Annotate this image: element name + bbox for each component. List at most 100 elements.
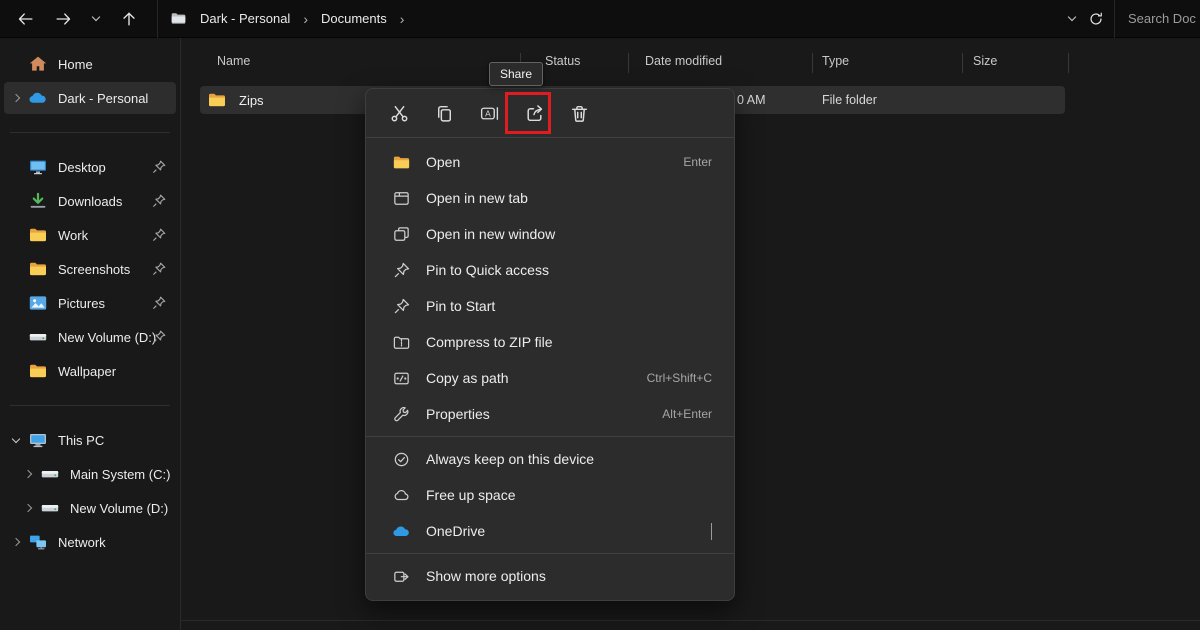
sidebar-item-label: New Volume (D:) <box>58 330 156 345</box>
expand-chevron-icon[interactable] <box>24 470 32 478</box>
copy-icon <box>434 103 455 124</box>
menu-item-show-more-options[interactable]: Show more options <box>366 558 734 594</box>
column-separator[interactable] <box>628 53 629 73</box>
menu-item-label: Show more options <box>426 568 546 584</box>
rename-button[interactable]: A <box>467 94 512 132</box>
new-tab-icon <box>392 189 411 208</box>
menu-item-label: Open in new window <box>426 226 555 242</box>
sidebar-item-main-system-c[interactable]: Main System (C:) <box>4 458 176 490</box>
breadcrumb-item[interactable]: Documents <box>317 8 391 29</box>
menu-item-open-in-new-window[interactable]: Open in new window <box>366 216 734 252</box>
copy-path-icon <box>392 369 411 388</box>
sidebar-item-pictures[interactable]: Pictures <box>4 287 176 319</box>
menu-item-copy-as-path[interactable]: Copy as path Ctrl+Shift+C <box>366 360 734 396</box>
menu-item-shortcut: Ctrl+Shift+C <box>647 371 712 385</box>
menu-item-open[interactable]: Open Enter <box>366 144 734 180</box>
menu-divider <box>366 553 734 554</box>
sidebar-item-onedrive[interactable]: Dark - Personal <box>4 82 176 114</box>
expand-chevron-icon[interactable] <box>12 538 20 546</box>
sidebar-item-new-volume-d[interactable]: New Volume (D:) <box>4 321 176 353</box>
menu-item-label: Copy as path <box>426 370 509 386</box>
sidebar-item-this-pc[interactable]: This PC <box>4 424 176 456</box>
copy-button[interactable] <box>422 94 467 132</box>
back-arrow-icon <box>17 10 35 28</box>
file-explorer-window: Dark - Personal › Documents › Home <box>0 0 1200 630</box>
column-header-type[interactable]: Type <box>822 54 849 68</box>
sidebar-item-screenshots[interactable]: Screenshots <box>4 253 176 285</box>
menu-item-open-in-new-tab[interactable]: Open in new tab <box>366 180 734 216</box>
menu-item-pin-to-quick-access[interactable]: Pin to Quick access <box>366 252 734 288</box>
svg-text:A: A <box>485 108 491 118</box>
menu-item-free-up-space[interactable]: Free up space <box>366 477 734 513</box>
search-input[interactable] <box>1128 11 1200 26</box>
breadcrumb-item[interactable]: Dark - Personal <box>196 8 294 29</box>
menu-item-label: Open in new tab <box>426 190 528 206</box>
pin-icon <box>392 261 411 280</box>
menu-item-shortcut: Alt+Enter <box>662 407 712 421</box>
menu-divider <box>366 436 734 437</box>
column-header-status[interactable]: Status <box>545 54 580 68</box>
column-headers: Name Status Date modified Type Size <box>181 50 1200 76</box>
file-type: File folder <box>822 93 877 107</box>
drive-icon <box>28 327 48 347</box>
menu-item-label: Always keep on this device <box>426 451 594 467</box>
share-button[interactable] <box>512 94 557 132</box>
onedrive-icon <box>392 522 411 541</box>
column-header-date-modified[interactable]: Date modified <box>645 54 722 68</box>
sidebar-item-label: Wallpaper <box>58 364 116 379</box>
recent-locations-button[interactable] <box>86 5 106 33</box>
delete-icon <box>569 103 590 124</box>
sidebar-item-label: Pictures <box>58 296 105 311</box>
breadcrumb-separator[interactable]: › <box>400 12 405 26</box>
back-button[interactable] <box>12 5 40 33</box>
cut-icon <box>389 103 410 124</box>
cut-button[interactable] <box>377 94 422 132</box>
pin-icon <box>151 295 167 311</box>
sidebar-item-downloads[interactable]: Downloads <box>4 185 176 217</box>
menu-item-properties[interactable]: Properties Alt+Enter <box>366 396 734 432</box>
breadcrumb-separator[interactable]: › <box>303 12 308 26</box>
this-pc-icon <box>28 430 48 450</box>
submenu-chevron-icon <box>711 523 712 539</box>
column-separator[interactable] <box>812 53 813 73</box>
pin-icon <box>392 297 411 316</box>
forward-button[interactable] <box>49 5 77 33</box>
sidebar-item-work[interactable]: Work <box>4 219 176 251</box>
folder-icon <box>28 259 48 279</box>
refresh-icon <box>1088 11 1104 27</box>
menu-item-label: OneDrive <box>426 523 485 539</box>
menu-item-pin-to-start[interactable]: Pin to Start <box>366 288 734 324</box>
menu-item-label: Free up space <box>426 487 516 503</box>
sidebar-item-label: Work <box>58 228 88 243</box>
address-dropdown-button[interactable] <box>1062 5 1082 33</box>
context-menu-items: Open Enter Open in new tab Open in new w… <box>366 138 734 600</box>
sidebar-item-home[interactable]: Home <box>4 48 176 80</box>
expand-chevron-icon[interactable] <box>24 504 32 512</box>
delete-button[interactable] <box>557 94 602 132</box>
address-bar[interactable]: Dark - Personal › Documents › <box>157 0 1114 38</box>
column-separator[interactable] <box>1068 53 1069 73</box>
column-separator[interactable] <box>962 53 963 73</box>
menu-item-onedrive[interactable]: OneDrive <box>366 513 734 549</box>
sidebar-item-network[interactable]: Network <box>4 526 176 558</box>
folder-icon <box>28 361 48 381</box>
folder-open-icon <box>392 153 411 172</box>
menu-item-label: Open <box>426 154 460 170</box>
menu-item-always-keep-on-device[interactable]: Always keep on this device <box>366 441 734 477</box>
file-name: Zips <box>239 93 264 108</box>
sidebar-item-new-volume-d-2[interactable]: New Volume (D:) <box>4 492 176 524</box>
pin-icon <box>151 227 167 243</box>
column-header-size[interactable]: Size <box>973 54 997 68</box>
menu-item-compress-to-zip[interactable]: Compress to ZIP file <box>366 324 734 360</box>
search-box[interactable] <box>1114 0 1200 38</box>
downloads-icon <box>28 191 48 211</box>
collapse-chevron-icon[interactable] <box>12 434 20 442</box>
expand-chevron-icon[interactable] <box>12 94 20 102</box>
onedrive-icon <box>28 88 48 108</box>
sidebar-item-desktop[interactable]: Desktop <box>4 151 176 183</box>
column-header-name[interactable]: Name <box>217 54 250 68</box>
up-button[interactable] <box>115 5 143 33</box>
refresh-button[interactable] <box>1082 5 1110 33</box>
context-menu-command-bar: A <box>366 89 734 138</box>
sidebar-item-wallpaper[interactable]: Wallpaper <box>4 355 176 387</box>
